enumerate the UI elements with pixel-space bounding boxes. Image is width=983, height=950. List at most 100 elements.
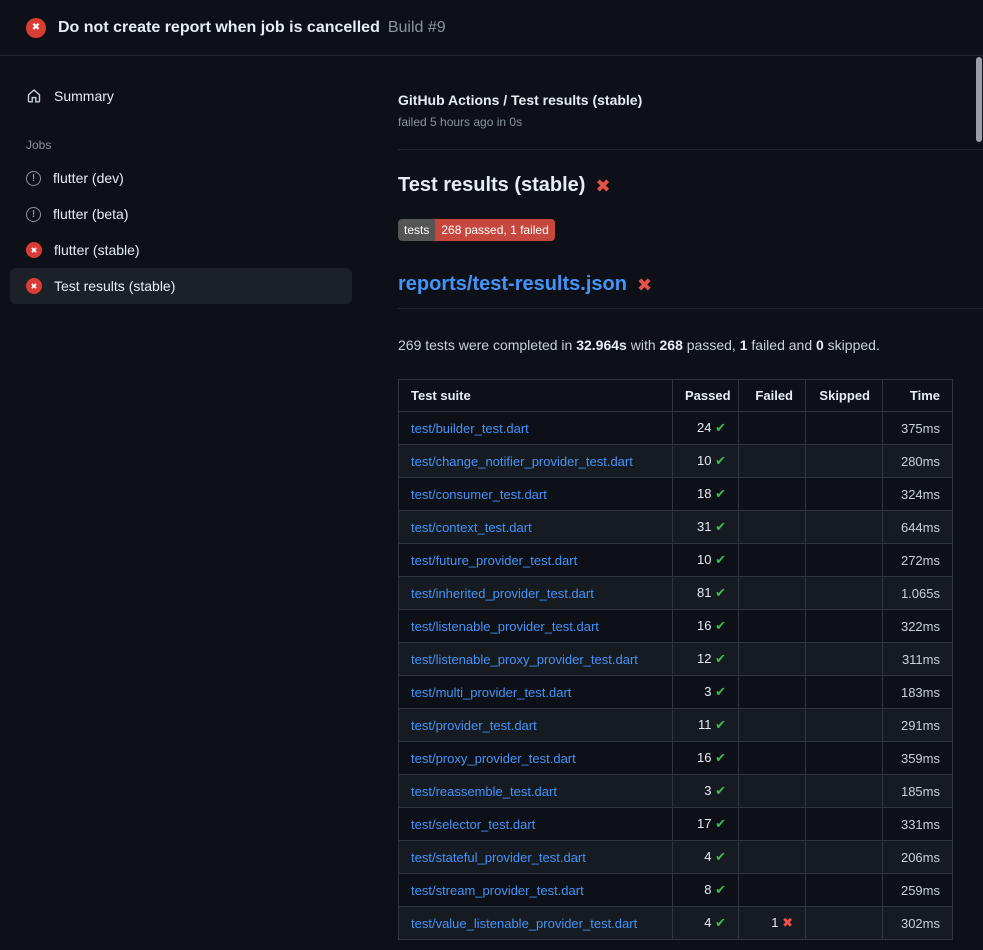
table-row: test/stateful_provider_test.dart4 ✔206ms (399, 841, 953, 874)
tests-badge: tests 268 passed, 1 failed (398, 219, 555, 241)
test-suite-link[interactable]: test/listenable_proxy_provider_test.dart (411, 652, 638, 667)
test-suite-link[interactable]: test/stateful_provider_test.dart (411, 850, 586, 865)
test-suite-link[interactable]: test/provider_test.dart (411, 718, 537, 733)
summary-duration: 32.964s (576, 337, 627, 353)
sidebar-item-summary[interactable]: Summary (10, 78, 352, 114)
passed-cell: 24 ✔ (673, 412, 739, 445)
test-suite-link[interactable]: test/future_provider_test.dart (411, 553, 577, 568)
skipped-cell (806, 478, 883, 511)
skipped-cell (806, 874, 883, 907)
table-row: test/provider_test.dart11 ✔291ms (399, 709, 953, 742)
time-cell: 280ms (883, 445, 953, 478)
summary-text: with (627, 337, 660, 353)
check-icon: ✔ (715, 453, 726, 468)
alert-circle-icon: ! (26, 171, 41, 186)
suite-cell: test/change_notifier_provider_test.dart (399, 445, 673, 478)
suite-cell: test/builder_test.dart (399, 412, 673, 445)
column-header-time: Time (883, 380, 953, 412)
time-cell: 259ms (883, 874, 953, 907)
summary-text: 269 tests were completed in (398, 337, 576, 353)
passed-cell-value: 4 (704, 849, 715, 864)
x-circle-icon: ✖ (26, 242, 42, 258)
check-icon: ✔ (715, 882, 726, 897)
table-row: test/future_provider_test.dart10 ✔272ms (399, 544, 953, 577)
check-icon: ✔ (715, 750, 726, 765)
passed-cell-value: 3 (704, 783, 715, 798)
test-suite-link[interactable]: test/change_notifier_provider_test.dart (411, 454, 633, 469)
check-icon: ✔ (715, 915, 726, 930)
job-label: flutter (beta) (53, 206, 128, 222)
test-suite-link[interactable]: test/builder_test.dart (411, 421, 529, 436)
time-cell: 311ms (883, 643, 953, 676)
suite-cell: test/value_listenable_provider_test.dart (399, 907, 673, 940)
suite-cell: test/listenable_proxy_provider_test.dart (399, 643, 673, 676)
passed-cell: 17 ✔ (673, 808, 739, 841)
job-label: flutter (stable) (54, 242, 140, 258)
test-suite-link[interactable]: test/proxy_provider_test.dart (411, 751, 576, 766)
test-suite-link[interactable]: test/multi_provider_test.dart (411, 685, 571, 700)
test-suite-link[interactable]: test/stream_provider_test.dart (411, 883, 584, 898)
alert-circle-icon: ! (26, 207, 41, 222)
build-number: Build #9 (388, 19, 446, 37)
table-row: test/context_test.dart31 ✔644ms (399, 511, 953, 544)
check-icon: ✔ (715, 783, 726, 798)
sidebar-item-flutter-dev[interactable]: !flutter (dev) (10, 160, 352, 196)
test-suite-link[interactable]: test/context_test.dart (411, 520, 532, 535)
badge-label: tests (398, 219, 435, 241)
skipped-cell (806, 841, 883, 874)
sidebar-item-flutter-beta[interactable]: ! flutter (beta) (10, 196, 352, 232)
skipped-cell (806, 676, 883, 709)
time-cell: 183ms (883, 676, 953, 709)
check-run-header: ✖ Do not create report when job is cance… (0, 0, 983, 56)
check-icon: ✔ (715, 849, 726, 864)
jobs-sidebar: Summary Jobs !flutter (dev)! flutter (bet… (0, 56, 362, 304)
passed-cell: 8 ✔ (673, 874, 739, 907)
check-icon: ✔ (715, 519, 726, 534)
summary-text: passed, (683, 337, 740, 353)
failed-cell (739, 841, 806, 874)
test-suite-link[interactable]: test/value_listenable_provider_test.dart (411, 916, 637, 931)
skipped-cell (806, 544, 883, 577)
skipped-cell (806, 808, 883, 841)
test-suite-link[interactable]: test/reassemble_test.dart (411, 784, 557, 799)
fail-x-icon: ✖ (595, 177, 610, 195)
skipped-cell (806, 412, 883, 445)
time-cell: 359ms (883, 742, 953, 775)
passed-cell: 3 ✔ (673, 676, 739, 709)
summary-skipped-count: 0 (816, 337, 824, 353)
failed-cell (739, 610, 806, 643)
tests-summary-line: 269 tests were completed in 32.964s with… (398, 337, 983, 353)
passed-cell: 10 ✔ (673, 445, 739, 478)
report-file-link[interactable]: reports/test-results.json ✖ (398, 273, 652, 296)
sidebar-item-flutter-stable[interactable]: ✖ flutter (stable) (10, 232, 352, 268)
passed-cell-value: 18 (697, 486, 715, 501)
cross-icon: ✖ (782, 915, 793, 930)
sidebar-item-test-results-stable[interactable]: ✖Test results (stable) (10, 268, 352, 304)
passed-cell-value: 10 (697, 453, 715, 468)
test-suite-link[interactable]: test/selector_test.dart (411, 817, 535, 832)
suite-cell: test/provider_test.dart (399, 709, 673, 742)
time-cell: 331ms (883, 808, 953, 841)
time-cell: 185ms (883, 775, 953, 808)
failed-cell (739, 577, 806, 610)
failed-cell (739, 643, 806, 676)
passed-cell: 10 ✔ (673, 544, 739, 577)
passed-cell: 3 ✔ (673, 775, 739, 808)
jobs-section-label: Jobs (10, 130, 352, 160)
passed-cell-value: 12 (697, 651, 715, 666)
passed-cell: 16 ✔ (673, 610, 739, 643)
test-suite-link[interactable]: test/consumer_test.dart (411, 487, 547, 502)
skipped-cell (806, 445, 883, 478)
test-suite-link[interactable]: test/inherited_provider_test.dart (411, 586, 594, 601)
time-cell: 644ms (883, 511, 953, 544)
passed-cell-value: 24 (697, 420, 715, 435)
report-section-title: Test results (stable) ✖ (398, 174, 983, 197)
check-icon: ✔ (715, 420, 726, 435)
scrollbar-thumb[interactable] (976, 57, 982, 142)
test-suite-link[interactable]: test/listenable_provider_test.dart (411, 619, 599, 634)
table-row: test/listenable_provider_test.dart16 ✔32… (399, 610, 953, 643)
home-icon (26, 88, 42, 104)
table-row: test/stream_provider_test.dart 8 ✔ 259ms (399, 874, 953, 907)
skipped-cell (806, 511, 883, 544)
x-circle-icon: ✖ (26, 278, 42, 294)
